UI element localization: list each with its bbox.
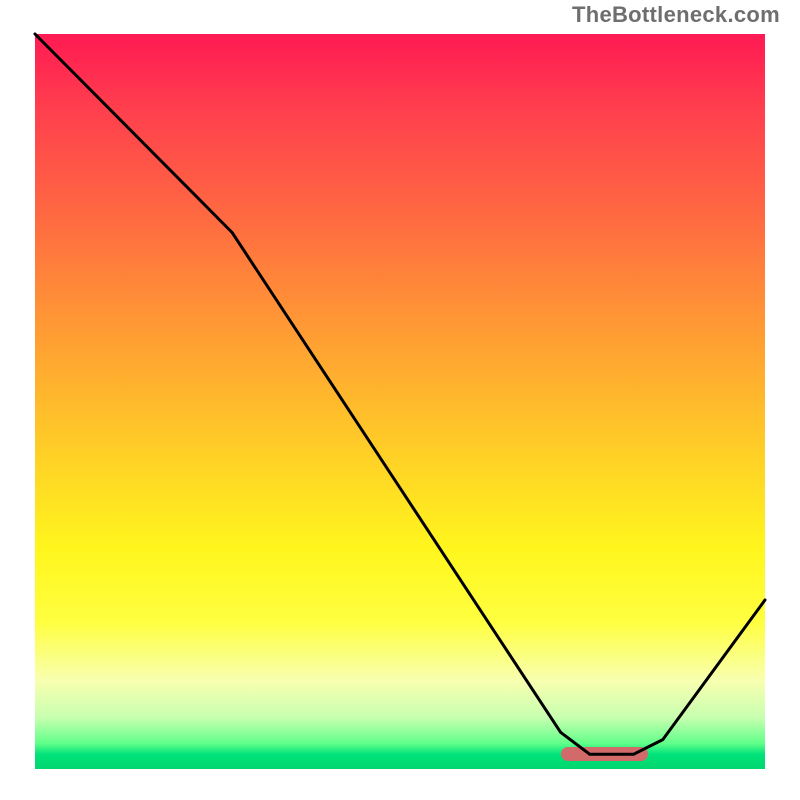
curve-line — [35, 34, 765, 769]
chart-frame — [35, 34, 765, 769]
chart-root: TheBottleneck.com — [0, 0, 800, 800]
attribution-text: TheBottleneck.com — [572, 2, 780, 28]
